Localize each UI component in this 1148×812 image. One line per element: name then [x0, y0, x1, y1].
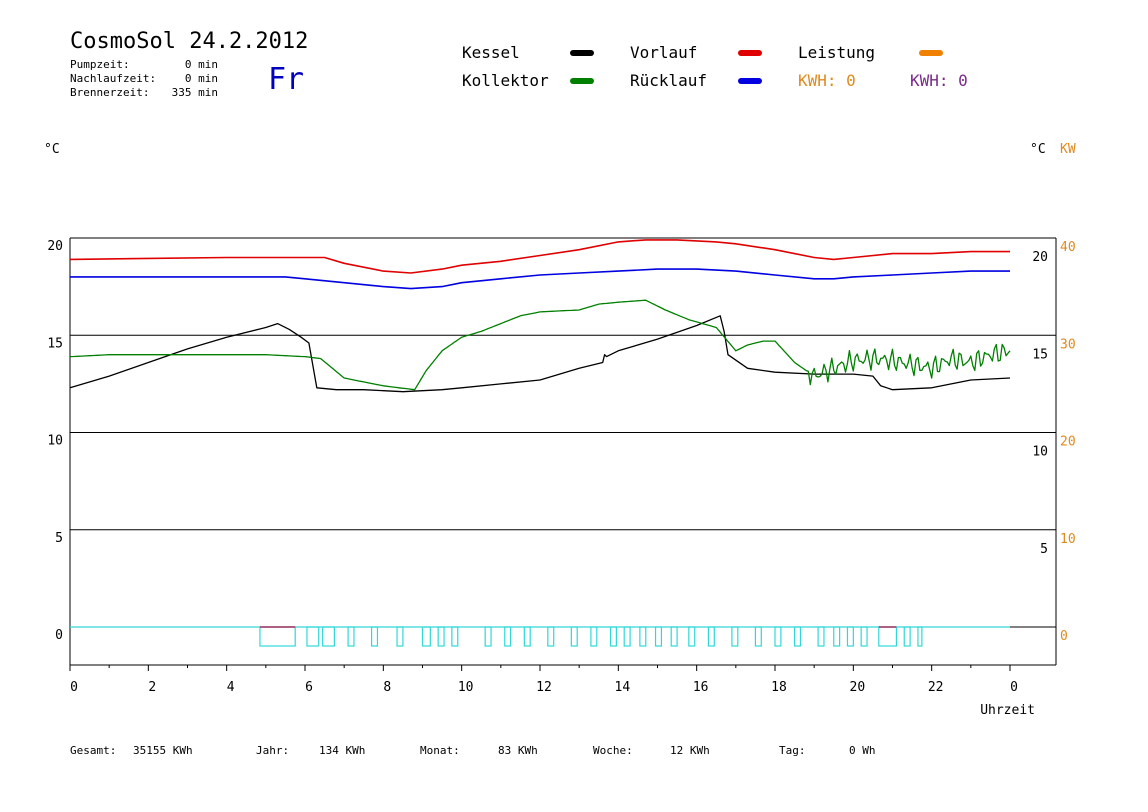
x-tick-label-7: 14 [615, 680, 631, 695]
y-left-tick-0: 0 [55, 628, 63, 643]
pump-pulse-25 [793, 626, 802, 647]
series-line-ruecklauf [70, 268, 1010, 290]
pump-pulse-0 [259, 626, 296, 647]
footer-label-monat: Monat: [420, 744, 460, 757]
pump-pulse-26 [817, 626, 825, 647]
y-right-c-tick-20: 20 [1032, 250, 1048, 265]
pump-pulse-1 [306, 626, 320, 647]
y-right-kw-tick-0: 0 [1060, 629, 1068, 644]
pump-pulse-3 [347, 626, 355, 647]
y-right-kw-tick-10: 10 [1060, 532, 1076, 547]
x-axis-label: Uhrzeit [980, 703, 1035, 718]
pump-pulse-23 [754, 626, 762, 647]
pump-pulse-8 [451, 626, 459, 647]
pump-pulse-10 [504, 626, 512, 647]
y-right-kw-tick-20: 20 [1060, 435, 1076, 450]
pump-pulse-20 [688, 626, 696, 647]
temperature-chart: 20 15 10 5 0 20 15 10 5 40 30 20 10 0 0 2 4 6 8 10 12 14 16 18 2… [47, 50, 1076, 718]
pump-pulse-17 [639, 626, 647, 647]
pump-pulse-15 [609, 626, 617, 647]
x-tick-label-4: 8 [383, 680, 391, 695]
pump-pulse-19 [670, 626, 678, 647]
y-right-kw-tick-40: 40 [1060, 240, 1076, 255]
footer-label-jahr: Jahr: [256, 744, 290, 757]
x-tick-label-8: 16 [693, 680, 709, 695]
footer-value-monat: 83 KWh [498, 744, 538, 757]
pump-pulse-24 [774, 626, 782, 647]
footer-label-gesamt: Gesamt: [70, 744, 117, 757]
y-left-tick-5: 5 [55, 531, 63, 546]
pump-pulse-22 [731, 626, 739, 647]
pump-pulse-14 [590, 626, 598, 647]
pump-pulse-5 [396, 626, 404, 647]
pump-pulse-13 [570, 626, 578, 647]
x-tick-label-10: 20 [850, 680, 866, 695]
y-right-c-tick-15: 15 [1032, 347, 1048, 362]
y-right-c-tick-5: 5 [1040, 542, 1048, 557]
series-line-vorlauf [69, 239, 1010, 274]
x-tick-label-1: 2 [148, 680, 156, 695]
x-tick-label-5: 10 [458, 680, 474, 695]
x-tick-label-11: 22 [928, 680, 944, 695]
y-left-tick-15: 15 [47, 336, 63, 351]
x-tick-label-12: 0 [1010, 680, 1018, 695]
footer-value-jahr: 134 KWh [319, 744, 366, 757]
pump-pulse-7 [437, 626, 445, 647]
pump-pulse-31 [903, 626, 911, 647]
series-line-kessel [69, 315, 1011, 393]
pump-pulse-30 [878, 626, 898, 647]
pump-pulse-27 [833, 626, 841, 647]
pump-pulse-16 [623, 626, 631, 647]
footer-value-woche: 12 KWh [670, 744, 710, 757]
y-left-tick-20: 20 [47, 239, 63, 254]
x-tick-label-6: 12 [536, 680, 552, 695]
y-right-c-tick-10: 10 [1032, 445, 1048, 460]
x-tick-label-9: 18 [771, 680, 787, 695]
pump-pulse-12 [547, 626, 555, 647]
y-left-tick-10: 10 [47, 434, 63, 449]
footer-label-tag: Tag: [779, 744, 806, 757]
footer-value-gesamt: 35155 KWh [133, 744, 193, 757]
y-right-kw-tick-30: 30 [1060, 337, 1076, 352]
pump-pulse-18 [654, 626, 663, 647]
pump-pulse-4 [370, 626, 379, 647]
pump-pulse-29 [860, 626, 868, 647]
pump-pulse-11 [523, 626, 531, 647]
x-tick-label-0: 0 [70, 680, 78, 695]
pump-pulse-28 [846, 626, 854, 647]
footer-value-tag: 0 Wh [849, 744, 876, 757]
pump-pulse-6 [421, 626, 431, 647]
footer-label-woche: Woche: [593, 744, 633, 757]
x-tick-label-2: 4 [227, 680, 235, 695]
pump-pulse-21 [707, 626, 715, 647]
pump-pulse-2 [322, 626, 335, 647]
x-tick-label-3: 6 [305, 680, 313, 695]
pump-pulse-9 [484, 626, 492, 647]
pump-pulse-32 [917, 626, 923, 647]
